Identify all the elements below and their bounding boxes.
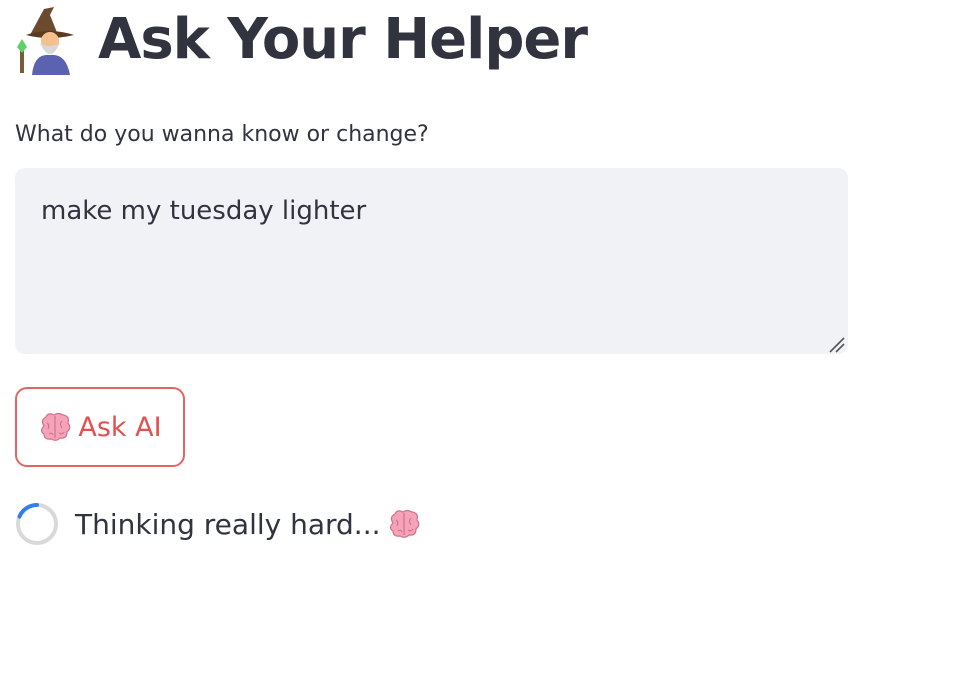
page-title: Ask Your Helper [98, 7, 588, 72]
prompt-textarea[interactable]: make my tuesday lighter [15, 168, 848, 354]
ask-ai-button[interactable]: Ask AI [15, 387, 185, 467]
status-row: Thinking really hard... [15, 502, 421, 546]
wizard-icon [17, 7, 74, 75]
ask-ai-button-label: Ask AI [78, 411, 162, 443]
loading-spinner-icon [16, 502, 58, 545]
brain-icon [41, 412, 71, 441]
app-page: Ask Your Helper What do you wanna know o… [0, 0, 960, 696]
header: Ask Your Helper [14, 0, 588, 80]
resize-grip-icon[interactable] [826, 334, 846, 354]
status-text: Thinking really hard... [75, 507, 381, 541]
brain-icon [389, 509, 419, 538]
prompt-label: What do you wanna know or change? [15, 122, 429, 147]
